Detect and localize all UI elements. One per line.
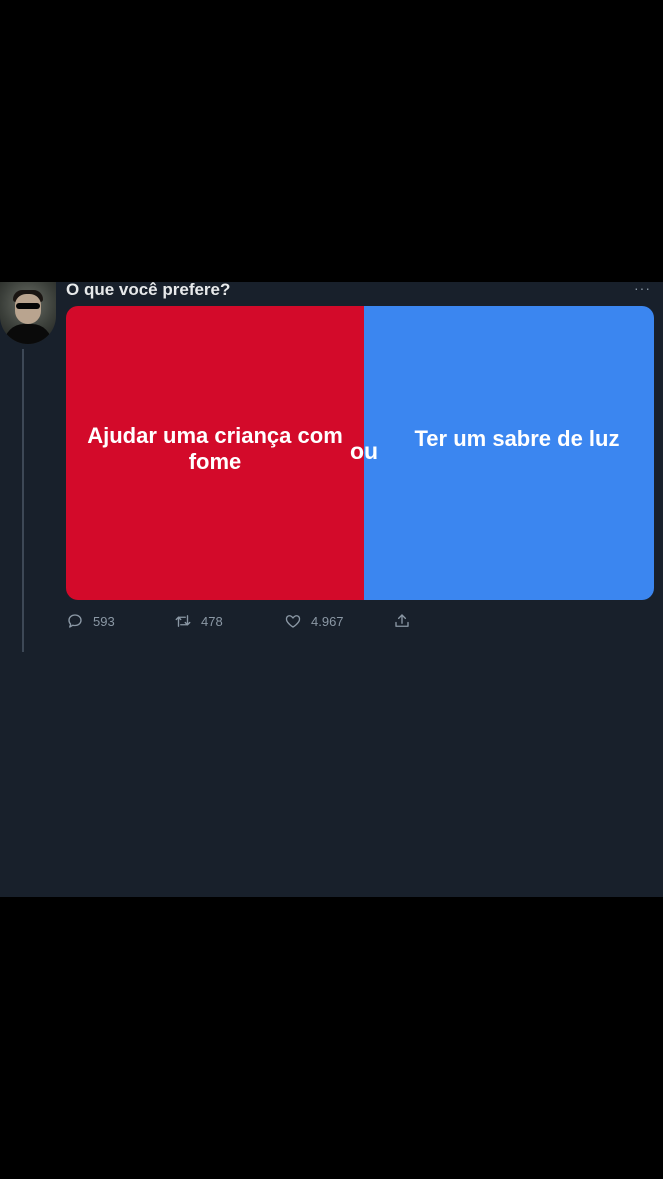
option-right-text: Ter um sabre de luz <box>414 426 620 451</box>
like-count: 4.967 <box>311 613 344 629</box>
retweet-count: 478 <box>201 613 223 629</box>
avatar-coat <box>4 324 52 344</box>
reply-count: 593 <box>93 613 115 629</box>
avatar-sunglasses <box>16 303 40 309</box>
retweet-button[interactable]: 478 <box>174 610 223 632</box>
tweet-media[interactable]: Ajudar uma criança com fome Ter um sabre… <box>66 306 654 600</box>
avatar-face <box>15 294 41 324</box>
retweet-icon <box>175 615 191 627</box>
thread-line <box>22 349 24 652</box>
option-right: Ter um sabre de luz <box>364 306 654 600</box>
reply-button[interactable]: 593 <box>66 610 115 632</box>
screen: O que você prefere? ··· Ajudar uma crian… <box>0 0 663 1179</box>
option-left-text: Ajudar uma criança com fome <box>87 423 343 474</box>
reply-icon <box>68 614 82 628</box>
more-icon[interactable]: ··· <box>634 281 654 295</box>
share-icon <box>395 614 409 627</box>
share-button[interactable] <box>393 610 420 632</box>
avatar[interactable] <box>0 282 56 344</box>
action-bar: 593 478 4.967 <box>66 610 654 632</box>
tweet[interactable]: O que você prefere? ··· Ajudar uma crian… <box>0 280 663 897</box>
like-button[interactable]: 4.967 <box>284 610 344 632</box>
tweet-text: O que você prefere? <box>66 280 231 299</box>
option-left: Ajudar uma criança com fome <box>66 306 364 600</box>
or-label: ou <box>349 438 379 464</box>
like-icon <box>285 615 301 628</box>
